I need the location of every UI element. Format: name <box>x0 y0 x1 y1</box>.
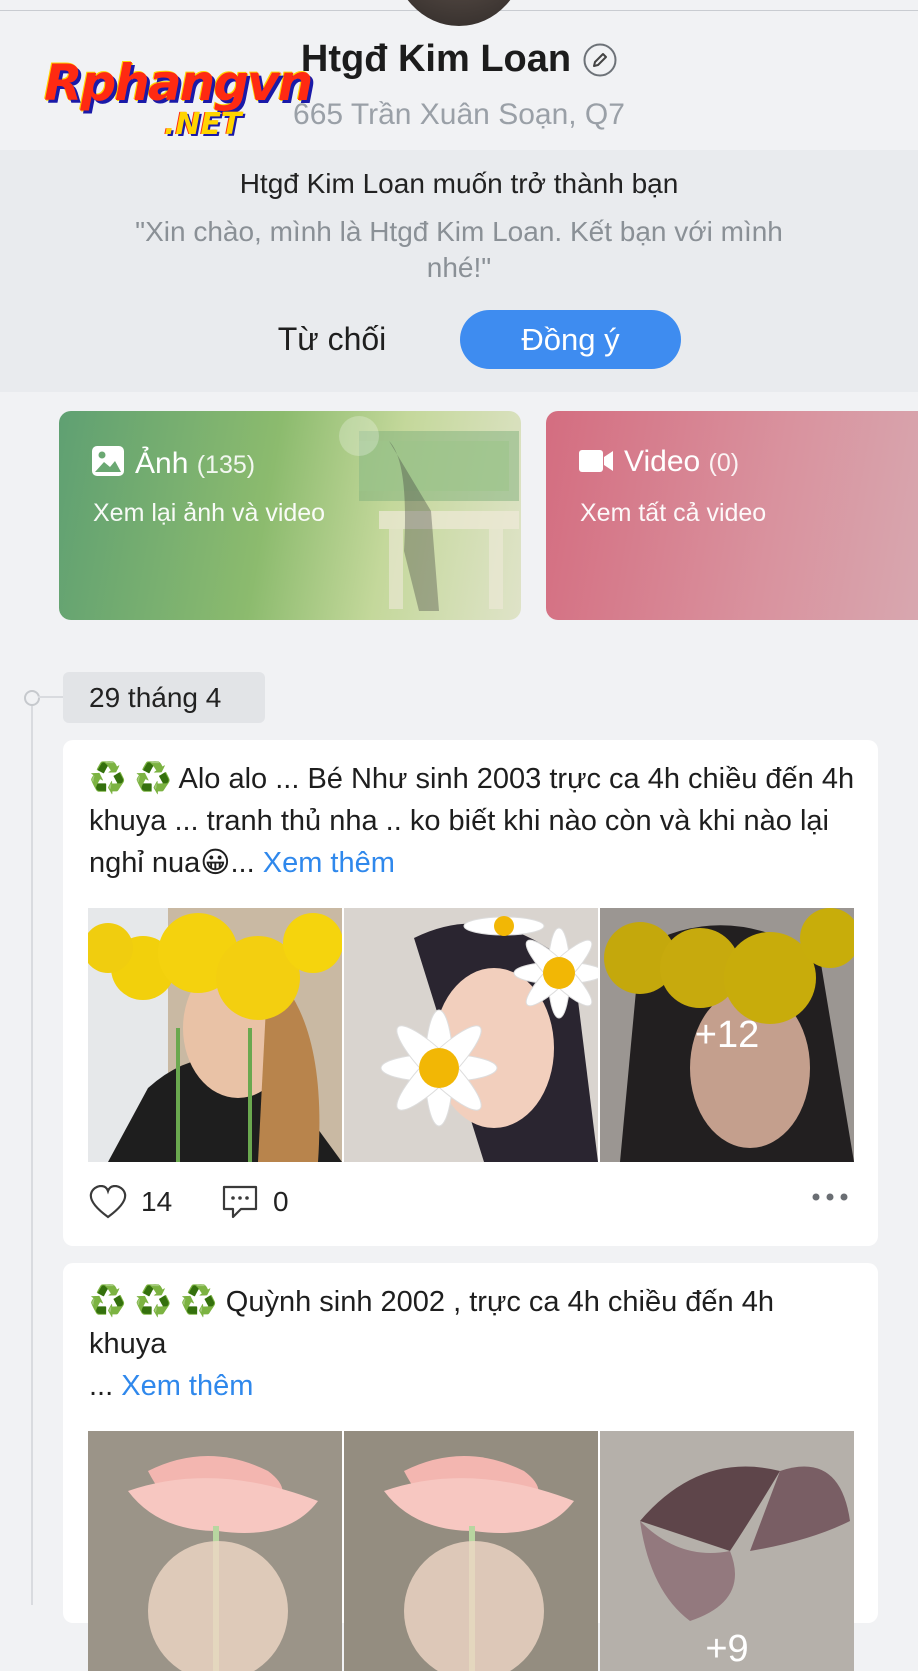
timeline-date: 29 tháng 4 <box>63 672 265 723</box>
heart-icon <box>89 1185 127 1219</box>
timeline-dot <box>24 690 40 706</box>
video-card-label: Video <box>624 445 701 478</box>
post-photo[interactable] <box>344 908 598 1162</box>
post-photo-grid: +9 <box>88 1431 854 1671</box>
watermark-suffix-text: .NET <box>164 107 242 142</box>
timeline-tick <box>38 696 64 698</box>
watermark-main-text: Rphangvn <box>44 54 313 112</box>
photo-card-count: (135) <box>196 451 256 479</box>
see-more-link[interactable]: Xem thêm <box>121 1370 253 1402</box>
comment-button[interactable]: 0 <box>221 1180 289 1224</box>
image-icon <box>92 446 124 476</box>
video-card-count: (0) <box>708 449 740 477</box>
photo-album-card[interactable]: Ảnh (135) Xem lại ảnh và video <box>59 411 521 620</box>
more-photos-count: +9 <box>705 1628 749 1670</box>
post-photo[interactable] <box>88 1431 342 1671</box>
photo-card-title: Ảnh (135) <box>91 445 255 481</box>
profile-name: Htgđ Kim Loan <box>300 38 572 80</box>
recycle-emoji: ♻️ ♻️ <box>89 762 173 795</box>
post-photo[interactable] <box>88 908 342 1162</box>
like-button[interactable]: 14 <box>89 1180 172 1224</box>
post-card[interactable]: ♻️ ♻️ ♻️ Quỳnh sinh 2002 , trực ca 4h ch… <box>63 1263 878 1671</box>
video-card-title: Video (0) <box>578 445 739 479</box>
video-card-subtitle: Xem tất cả video <box>580 499 767 527</box>
more-options-icon[interactable] <box>811 1192 849 1202</box>
friend-request-message: "Xin chào, mình là Htgđ Kim Loan. Kết bạ… <box>135 216 783 283</box>
video-album-card[interactable]: Video (0) Xem tất cả video <box>546 411 918 620</box>
photo-card-label: Ảnh <box>135 447 189 480</box>
post-body: Alo alo ... Bé Như sinh 2003 trực ca 4h … <box>89 763 855 879</box>
comment-count: 0 <box>273 1186 289 1217</box>
timeline-line <box>31 705 33 1605</box>
friend-request-title: Htgđ Kim Loan muốn trở thành bạn <box>239 168 679 199</box>
decline-button[interactable]: Từ chối <box>262 316 402 362</box>
post-text: ♻️ ♻️ Alo alo ... Bé Như sinh 2003 trực … <box>89 758 859 884</box>
post-photo-grid: +12 <box>88 908 854 1162</box>
post-photo[interactable]: +12 <box>600 908 854 1162</box>
post-photo[interactable] <box>344 1431 598 1671</box>
profile-avatar[interactable] <box>392 0 526 26</box>
post-actions: 14 0 <box>89 1180 859 1224</box>
more-photos-count: +12 <box>694 1013 760 1056</box>
post-card[interactable]: ♻️ ♻️ Alo alo ... Bé Như sinh 2003 trực … <box>63 740 878 1246</box>
post-text: ♻️ ♻️ ♻️ Quỳnh sinh 2002 , trực ca 4h ch… <box>89 1281 859 1407</box>
like-count: 14 <box>141 1186 173 1217</box>
accept-button[interactable]: Đồng ý <box>460 310 681 369</box>
edit-pencil-icon[interactable] <box>583 43 617 77</box>
comment-icon <box>222 1185 258 1219</box>
photo-card-subtitle: Xem lại ảnh và video <box>93 499 326 527</box>
see-more-link[interactable]: Xem thêm <box>263 847 395 879</box>
post-photo[interactable]: +9 <box>600 1431 854 1671</box>
recycle-emoji: ♻️ ♻️ ♻️ <box>89 1285 218 1318</box>
post-ellipsis: ... <box>89 1370 122 1402</box>
video-camera-icon <box>579 450 613 472</box>
